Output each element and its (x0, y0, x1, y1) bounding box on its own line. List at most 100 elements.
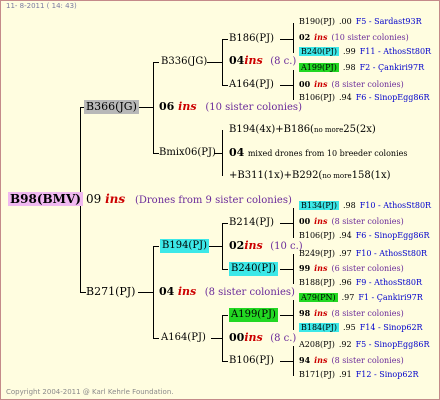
a164-lower-ins: ins (244, 331, 263, 344)
bmix-drones-1-small: no more (313, 126, 344, 134)
b366-gen-number: 06 (159, 100, 175, 113)
leaf-value: .94 (338, 231, 352, 240)
node-b366[interactable]: B366(JG) (84, 100, 139, 114)
b336-generation: 04ins (8 c.) (229, 54, 296, 69)
leaf-info: F2 - Çankiri97R (359, 63, 425, 72)
leaf-value: .96 (338, 278, 352, 287)
b271-generation: 04 ins (8 sister colonies) (159, 285, 295, 300)
root-note: (Drones from 9 sister colonies) (134, 195, 292, 206)
leaf-note: (6 sister colonies) (331, 264, 404, 273)
leaf-row[interactable]: B240(PJ) .99 F11 - AthosSt80R (299, 46, 431, 58)
leaf-label: B184(PJ) (299, 323, 339, 332)
node-b214[interactable]: B214(PJ) (229, 216, 274, 230)
b194-ins: ins (244, 239, 263, 252)
leaf-row[interactable]: B171(PJ) .91 F12 - Sinop62R (299, 369, 419, 381)
leaf-info: F10 - AthosSt80R (355, 249, 428, 258)
node-b336[interactable]: B336(JG) (161, 55, 207, 69)
leaf-info: F6 - SinopEgg86R (355, 93, 430, 102)
leaf-label: B106(PJ) (299, 93, 335, 102)
bmix-drones-2-tail: 158(1x) (351, 170, 391, 181)
node-b186[interactable]: B186(PJ) (229, 32, 274, 46)
leaf-row[interactable]: 00 ins (8 sister colonies) (299, 215, 404, 228)
b194-gen-number: 02 (229, 239, 245, 252)
node-b240-lower[interactable]: B240(PJ) (229, 262, 278, 276)
leaf-label: B134(PJ) (299, 201, 339, 210)
leaf-ins: ins (314, 263, 328, 273)
leaf-row[interactable]: A199(PJ) .98 F2 - Çankiri97R (299, 62, 424, 74)
leaf-label: B171(PJ) (299, 370, 335, 379)
leaf-label: B188(PJ) (299, 278, 335, 287)
leaf-info: F11 - AthosSt80R (359, 47, 432, 56)
leaf-label: 00 (299, 216, 311, 226)
leaf-label: B240(PJ) (299, 47, 339, 56)
root-node[interactable]: B98(BMV) (8, 192, 83, 206)
leaf-row[interactable]: 00 ins (8 sister colonies) (299, 78, 404, 91)
node-b194[interactable]: B194(PJ) (160, 239, 209, 253)
leaf-label: B190(PJ) (299, 17, 335, 26)
footer-copyright: Copyright 2004-2011 @ Karl Kehrle Founda… (6, 388, 174, 396)
node-b271[interactable]: B271(PJ) (86, 285, 135, 299)
bmix-note: mixed drones from 10 breeder colonies (247, 149, 408, 158)
b366-generation: 06 ins (10 sister colonies) (159, 100, 302, 115)
leaf-ins: ins (314, 32, 328, 42)
leaf-label: 94 (299, 355, 311, 365)
b271-ins: ins (177, 285, 197, 298)
leaf-row[interactable]: B184(PJ) .95 F14 - Sinop62R (299, 322, 423, 334)
leaf-ins: ins (314, 79, 328, 89)
leaf-value: .97 (341, 293, 355, 302)
leaf-value: .98 (342, 63, 356, 72)
leaf-note: (8 sister colonies) (331, 356, 404, 365)
b271-gen-number: 04 (159, 285, 175, 298)
bmix-drones-line-2: +B311(1x)+B292(no more158(1x) (229, 169, 391, 183)
leaf-note: (8 sister colonies) (331, 217, 404, 226)
a164-lower-note: (8 c.) (270, 333, 297, 344)
leaf-ins: ins (314, 355, 328, 365)
bmix-drones-1-label: B194(4x)+B186( (229, 124, 314, 135)
header-date: 11- 8-2011 ( 14: 43) (6, 2, 77, 10)
leaf-note: (10 sister colonies) (331, 33, 409, 42)
leaf-info: F1 - Çankiri97R (358, 293, 423, 302)
b366-ins: ins (178, 100, 197, 113)
node-bmix06[interactable]: Bmix06(PJ) (159, 146, 216, 160)
leaf-label: A208(PJ) (299, 340, 335, 349)
node-a199-lower[interactable]: A199(PJ) (229, 308, 278, 322)
leaf-info: F5 - SinopEgg86R (355, 340, 430, 349)
leaf-label: 00 (299, 79, 311, 89)
leaf-info: F6 - SinopEgg86R (355, 231, 430, 240)
node-a164-upper[interactable]: A164(PJ) (229, 78, 274, 92)
node-a164-lower[interactable]: A164(PJ) (161, 331, 206, 345)
leaf-row[interactable]: 99 ins (6 sister colonies) (299, 262, 404, 275)
leaf-label: A79(PN) (299, 293, 338, 302)
leaf-row[interactable]: B106(PJ) .94 F6 - SinopEgg86R (299, 230, 430, 242)
bmix-drones-line-1: B194(4x)+B186(no more25(2x) (229, 123, 376, 137)
leaf-row[interactable]: 02 ins (10 sister colonies) (299, 31, 409, 44)
leaf-label: B106(PJ) (299, 231, 335, 240)
b194-note: (10 c.) (270, 241, 303, 252)
leaf-label: 99 (299, 263, 311, 273)
leaf-label: A199(PJ) (299, 63, 339, 72)
leaf-ins: ins (314, 216, 328, 226)
leaf-value: .95 (342, 323, 356, 332)
node-b106-lower[interactable]: B106(PJ) (229, 354, 274, 368)
leaf-row[interactable]: B106(PJ) .94 F6 - SinopEgg86R (299, 92, 430, 104)
leaf-row[interactable]: A208(PJ) .92 F5 - SinopEgg86R (299, 339, 429, 351)
b366-note: (10 sister colonies) (205, 102, 302, 113)
leaf-row[interactable]: B134(PJ) .98 F10 - AthosSt80R (299, 200, 431, 212)
b194-generation: 02ins (10 c.) (229, 239, 303, 254)
leaf-value: .00 (338, 17, 352, 26)
leaf-row[interactable]: B249(PJ) .97 F10 - AthosSt80R (299, 248, 427, 260)
leaf-row[interactable]: 94 ins (8 sister colonies) (299, 354, 404, 367)
leaf-row[interactable]: 98 ins (8 sister colonies) (299, 307, 404, 320)
leaf-info: F12 - Sinop62R (355, 370, 419, 379)
leaf-ins: ins (314, 308, 328, 318)
leaf-row[interactable]: A79(PN) .97 F1 - Çankiri97R (299, 292, 423, 304)
leaf-value: .99 (342, 47, 356, 56)
leaf-value: .94 (338, 93, 352, 102)
leaf-info: F5 - Sardast93R (355, 17, 422, 26)
leaf-label: B249(PJ) (299, 249, 335, 258)
leaf-row[interactable]: B188(PJ) .96 F9 - AthosSt80R (299, 277, 422, 289)
leaf-row[interactable]: B190(PJ) .00 F5 - Sardast93R (299, 16, 422, 28)
leaf-note: (8 sister colonies) (331, 309, 404, 318)
leaf-value: .97 (338, 249, 352, 258)
b336-note: (8 c.) (270, 56, 297, 67)
